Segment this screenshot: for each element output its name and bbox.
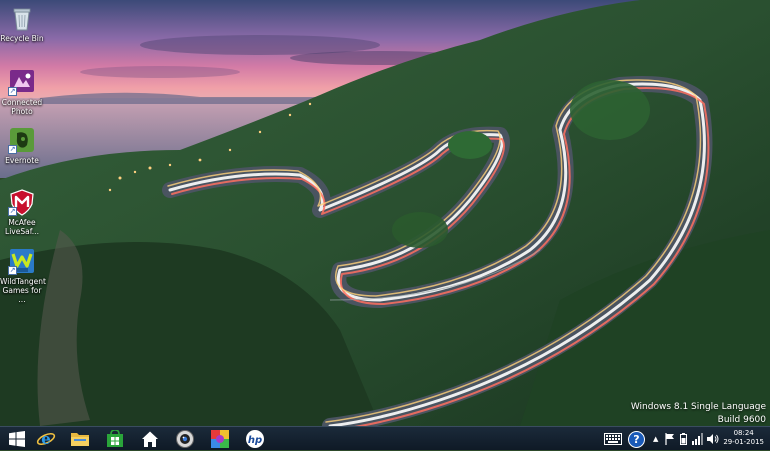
signal-icon	[692, 433, 703, 445]
tray-volume[interactable]	[707, 427, 719, 451]
start-button[interactable]	[2, 428, 32, 450]
file-explorer-icon	[71, 433, 89, 446]
desktop-icon-label: Evernote	[5, 156, 39, 165]
flag-icon	[665, 433, 674, 445]
connected-photo-icon: ↗	[8, 68, 36, 96]
clock-time: 08:24	[733, 429, 754, 437]
watermark-edition: Windows 8.1 Single Language	[630, 402, 766, 412]
taskbar-store[interactable]	[100, 428, 130, 450]
svg-text:e: e	[41, 430, 51, 448]
shortcut-arrow-icon: ↗	[8, 266, 17, 275]
recycle-bin-icon	[8, 4, 36, 32]
tray-network[interactable]	[692, 427, 704, 451]
shortcut-arrow-icon: ↗	[8, 207, 17, 216]
desktop-icon-recycle-bin[interactable]: Recycle Bin	[0, 4, 44, 43]
windows-build-watermark: Windows 8.1 Single Language Build 9600	[631, 401, 766, 427]
taskbar-hp[interactable]: hp	[240, 428, 270, 450]
store-icon	[107, 430, 123, 447]
desktop-icon-connected-photo[interactable]: ↗ Connected Photo	[0, 68, 44, 116]
evernote-icon: ↗	[8, 126, 36, 154]
desktop-icon-mcafee[interactable]: ↗ McAfee LiveSaf...	[0, 188, 44, 236]
wildtangent-games-icon: ↗	[8, 247, 36, 275]
taskbar-internet-explorer[interactable]: e	[31, 428, 61, 450]
battery-icon	[680, 433, 687, 445]
tray-clock[interactable]: 08:24 29-01-2015	[723, 429, 764, 447]
desktop-icon-label: Recycle Bin	[0, 34, 44, 43]
tray-touch-keyboard[interactable]	[604, 427, 622, 451]
help-glyph: ?	[633, 432, 640, 446]
help-icon: ?	[628, 430, 645, 448]
shortcut-arrow-icon: ↗	[8, 87, 17, 96]
hp-icon: hp	[246, 430, 264, 448]
wallpaper-illustration	[0, 0, 770, 426]
speaker-icon	[707, 434, 719, 444]
tray-help-button[interactable]: ?	[628, 427, 645, 451]
webcam-icon	[176, 430, 194, 448]
keyboard-icon	[604, 433, 622, 445]
tray-show-hidden-icons[interactable]: ▲	[653, 427, 658, 451]
desktop-icon-evernote[interactable]: ↗ Evernote	[0, 126, 44, 165]
mcafee-shield-icon: ↗	[8, 188, 36, 216]
taskbar-photos[interactable]	[205, 428, 235, 450]
svg-text:hp: hp	[248, 435, 262, 446]
clock-date: 29-01-2015	[723, 438, 764, 446]
shortcut-arrow-icon: ↗	[8, 145, 17, 154]
tray-action-center[interactable]	[665, 427, 675, 451]
photos-icon	[211, 430, 229, 448]
desktop-icon-label: WildTangent Games for ...	[0, 277, 46, 304]
tray-power[interactable]	[680, 427, 687, 451]
chevron-up-icon: ▲	[653, 435, 659, 443]
taskbar-file-explorer[interactable]	[65, 428, 95, 450]
taskbar-webcam[interactable]	[170, 428, 200, 450]
internet-explorer-icon: e	[36, 430, 56, 448]
home-icon	[142, 431, 158, 447]
taskbar-home[interactable]	[135, 428, 165, 450]
desktop-icon-label: Connected Photo	[1, 98, 43, 116]
taskbar: e hp ? ▲ 08:24 29-01-2015	[0, 426, 770, 450]
desktop-icon-wildtangent[interactable]: ↗ WildTangent Games for ...	[0, 247, 46, 304]
desktop-wallpaper	[0, 0, 770, 426]
desktop-icon-label: McAfee LiveSaf...	[5, 218, 39, 236]
windows-logo-icon	[9, 431, 25, 447]
